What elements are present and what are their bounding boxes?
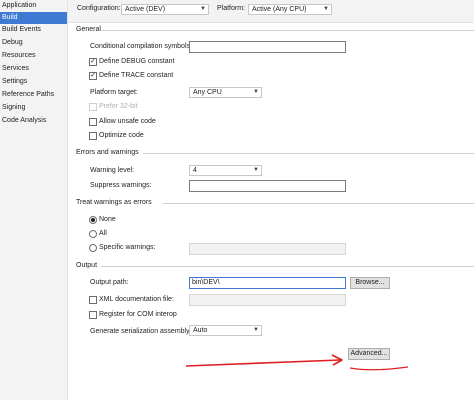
annotation-overlay	[185, 354, 409, 371]
annotation-underline	[349, 366, 409, 371]
annotation-arrow-shaft	[185, 359, 341, 367]
